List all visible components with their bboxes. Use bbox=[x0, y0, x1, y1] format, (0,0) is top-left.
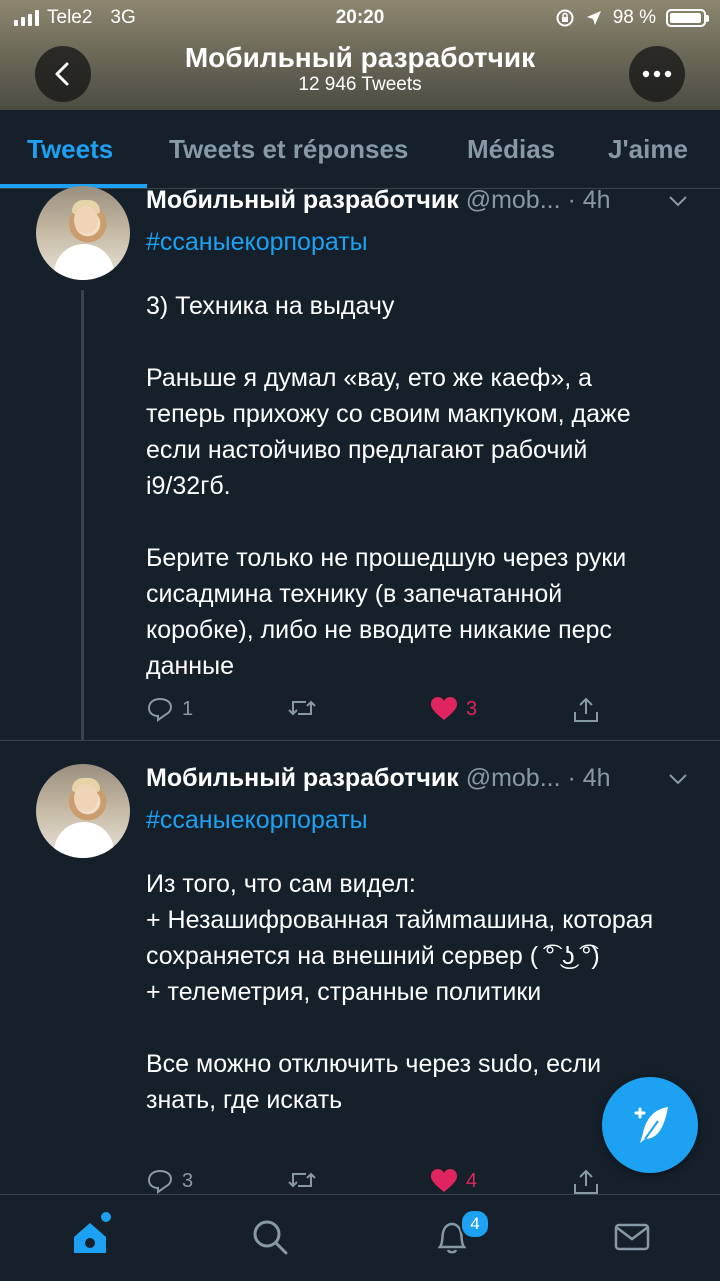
tweet-header: Мобильный разработчик @mob... · 4h bbox=[146, 186, 611, 215]
tweet-text: 3) Техника на выдачу Раньше я думал «вау… bbox=[146, 292, 631, 680]
tweet-header: Мобильный разработчик @mob... · 4h bbox=[146, 764, 611, 793]
ellipsis-icon bbox=[642, 70, 672, 78]
compose-tweet-button[interactable] bbox=[602, 1077, 698, 1173]
status-bar: Tele2 3G 20:20 98 % bbox=[0, 0, 720, 36]
share-button[interactable] bbox=[572, 1168, 600, 1196]
page-title: Мобильный разработчик bbox=[184, 42, 536, 73]
retweet-icon bbox=[288, 700, 316, 716]
chevron-down-icon[interactable] bbox=[668, 194, 688, 208]
avatar[interactable] bbox=[36, 186, 130, 280]
compose-feather-icon bbox=[634, 1107, 668, 1143]
tweet-time: · 4h bbox=[567, 186, 611, 214]
avatar[interactable] bbox=[36, 764, 130, 858]
share-icon bbox=[574, 697, 598, 722]
tweet-count: 12 946 Tweets bbox=[298, 74, 422, 95]
reply-count: 1 bbox=[182, 697, 194, 720]
reply-icon bbox=[147, 1169, 173, 1194]
retweet-button[interactable] bbox=[286, 1168, 326, 1192]
tab-tweets[interactable]: Tweets bbox=[27, 134, 113, 165]
battery-fill bbox=[670, 13, 701, 23]
battery-icon bbox=[666, 9, 709, 27]
more-options-button[interactable] bbox=[629, 46, 685, 102]
rotation-lock-icon bbox=[556, 9, 574, 27]
hashtag-link[interactable]: #ссаныекорпораты bbox=[146, 224, 666, 260]
nav-search[interactable] bbox=[248, 1215, 292, 1259]
heart-icon bbox=[431, 1169, 457, 1192]
reply-button[interactable]: 3 bbox=[146, 1168, 193, 1194]
author-handle[interactable]: @mob... bbox=[466, 764, 561, 792]
tweet-actions: 1 3 bbox=[146, 696, 626, 726]
home-icon bbox=[74, 1223, 106, 1253]
tweet-divider bbox=[0, 740, 720, 741]
like-button[interactable]: 3 bbox=[430, 696, 477, 722]
search-icon bbox=[253, 1220, 288, 1255]
mail-icon bbox=[614, 1223, 650, 1251]
thread-line bbox=[81, 290, 84, 740]
share-button[interactable] bbox=[572, 696, 600, 724]
tweet-time: · 4h bbox=[567, 764, 611, 792]
location-icon bbox=[586, 11, 601, 25]
reply-icon bbox=[147, 697, 173, 722]
status-right: 98 % bbox=[555, 7, 709, 29]
hashtag-link[interactable]: #ссаныекорпораты bbox=[146, 802, 666, 838]
tweet-text: Из того, что сам видел: + Незашифрованна… bbox=[146, 870, 654, 1114]
notifications-badge: 4 bbox=[460, 1209, 490, 1239]
like-button[interactable]: 4 bbox=[430, 1168, 477, 1194]
heart-icon bbox=[431, 697, 457, 720]
tab-likes[interactable]: J'aime bbox=[608, 134, 688, 165]
retweet-button[interactable] bbox=[286, 696, 326, 720]
like-count: 3 bbox=[466, 697, 478, 720]
author-name[interactable]: Мобильный разработчик bbox=[146, 186, 459, 214]
home-new-indicator bbox=[101, 1212, 111, 1222]
battery-percent: 98 % bbox=[612, 7, 656, 28]
profile-header: Tele2 3G 20:20 98 % Мобильный разработчи… bbox=[0, 0, 720, 110]
bottom-navigation: 4 bbox=[0, 1194, 720, 1281]
like-count: 4 bbox=[466, 1169, 478, 1192]
reply-button[interactable]: 1 bbox=[146, 696, 193, 722]
nav-messages[interactable] bbox=[610, 1215, 654, 1259]
author-name[interactable]: Мобильный разработчик bbox=[146, 764, 459, 792]
retweet-icon bbox=[288, 1172, 316, 1188]
tweet[interactable]: Мобильный разработчик @mob... · 4h #ссан… bbox=[0, 186, 720, 740]
profile-tabs: Tweets Tweets et réponses Médias J'aime bbox=[0, 110, 720, 189]
tab-tweets-replies[interactable]: Tweets et réponses bbox=[169, 134, 408, 165]
author-handle[interactable]: @mob... bbox=[466, 186, 561, 214]
reply-count: 3 bbox=[182, 1169, 194, 1192]
chevron-down-icon[interactable] bbox=[668, 772, 688, 786]
share-icon bbox=[574, 1169, 598, 1194]
tab-media[interactable]: Médias bbox=[467, 134, 555, 165]
